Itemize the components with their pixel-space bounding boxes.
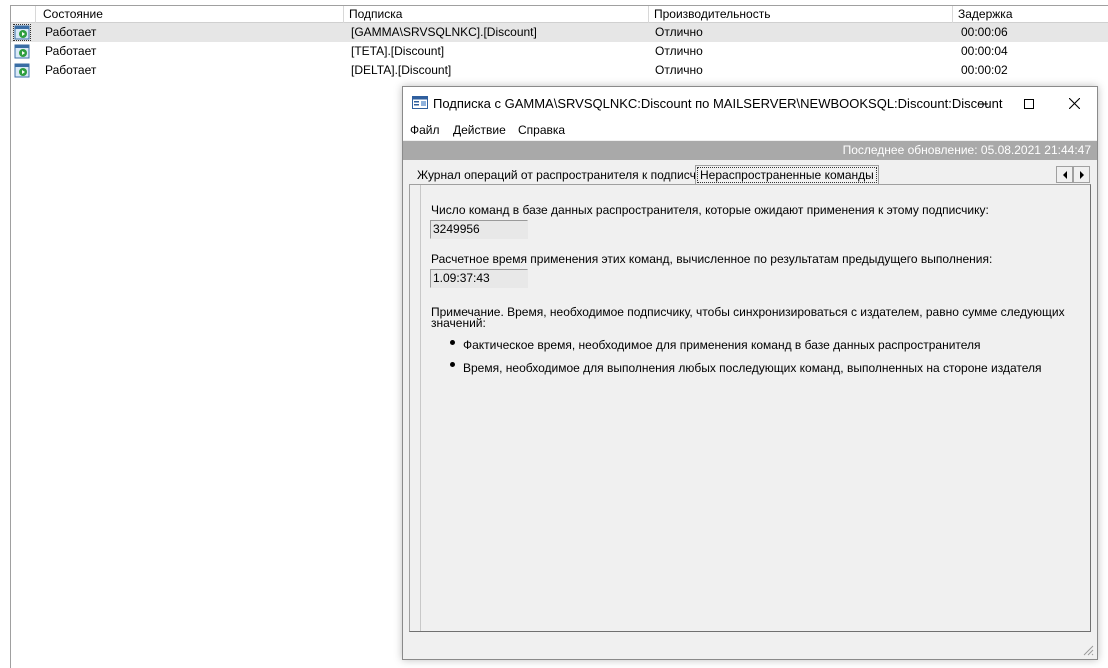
estimated-time-field[interactable]: 1.09:37:43	[430, 269, 528, 288]
maximize-button[interactable]	[1006, 87, 1052, 120]
cell-latency: 00:00:06	[961, 25, 1008, 39]
window-title: Подписка с GAMMA\SRVSQLNKC:Discount по M…	[433, 96, 1003, 111]
minimize-button[interactable]	[960, 87, 1006, 120]
commands-count-label: Число команд в базе данных распространит…	[431, 203, 989, 217]
column-header-subscription[interactable]: Подписка	[344, 6, 649, 23]
cell-subscription: [GAMMA\SRVSQLNKC].[Discount]	[351, 25, 537, 39]
column-header-status[interactable]: Состояние	[38, 6, 344, 23]
commands-count-field[interactable]: 3249956	[430, 220, 528, 239]
bullet-icon	[450, 340, 455, 345]
table-row[interactable]: Работает [DELTA].[Discount] Отлично 00:0…	[11, 61, 1108, 80]
subscription-details-window: Подписка с GAMMA\SRVSQLNKC:Discount по M…	[402, 86, 1098, 660]
note-line-2: значений:	[431, 316, 486, 330]
cell-latency: 00:00:04	[961, 44, 1008, 58]
cell-performance: Отлично	[655, 63, 703, 77]
last-update-bar: Последнее обновление: 05.08.2021 21:44:4…	[403, 141, 1097, 160]
subscription-running-icon	[14, 63, 30, 78]
maximize-icon	[1024, 98, 1034, 109]
estimated-time-label: Расчетное время применения этих команд, …	[431, 252, 993, 266]
minimize-icon	[978, 103, 988, 104]
list-header: Состояние Подписка Производительность За…	[11, 5, 1108, 23]
cell-status: Работает	[45, 44, 97, 58]
subscription-running-icon	[14, 44, 30, 59]
close-icon	[1068, 98, 1080, 109]
tab-scroll-right-button[interactable]	[1073, 166, 1090, 183]
menu-help[interactable]: Справка	[518, 122, 565, 140]
list-border	[10, 5, 11, 668]
window-app-icon[interactable]	[412, 96, 428, 109]
cell-performance: Отлично	[655, 44, 703, 58]
note-line-1: Примечание. Время, необходимое подписчик…	[431, 305, 1065, 319]
column-header-latency[interactable]: Задержка	[953, 6, 1108, 23]
panel-content: Число команд в базе данных распространит…	[420, 185, 1090, 631]
menu-file[interactable]: Файл	[410, 122, 440, 140]
arrow-left-icon	[1062, 170, 1067, 179]
cell-status: Работает	[45, 63, 97, 77]
tab-distributor-to-subscriber-history[interactable]: Журнал операций от распространителя к по…	[413, 167, 718, 185]
column-header-performance[interactable]: Производительность	[649, 6, 953, 23]
menu-action[interactable]: Действие	[453, 122, 506, 140]
cell-status: Работает	[45, 25, 97, 39]
cell-subscription: [TETA].[Discount]	[351, 44, 445, 58]
title-bar[interactable]: Подписка с GAMMA\SRVSQLNKC:Discount по M…	[403, 87, 1097, 120]
arrow-right-icon	[1079, 170, 1084, 179]
table-row[interactable]: Работает [GAMMA\SRVSQLNKC].[Discount] От…	[11, 23, 1108, 42]
bullet-icon	[450, 362, 455, 367]
close-button[interactable]	[1051, 87, 1097, 120]
subscription-running-icon	[13, 24, 31, 41]
note-bullet-1: Фактическое время, необходимое для приме…	[463, 338, 981, 352]
menu-bar: Файл Действие Справка	[403, 120, 1097, 140]
note-bullet-2: Время, необходимое для выполнения любых …	[463, 361, 1042, 375]
table-row[interactable]: Работает [TETA].[Discount] Отлично 00:00…	[11, 42, 1108, 61]
cell-subscription: [DELTA].[Discount]	[351, 63, 452, 77]
tab-scroll-left-button[interactable]	[1056, 166, 1073, 183]
cell-latency: 00:00:02	[961, 63, 1008, 77]
tab-undistributed-commands[interactable]: Нераспространенные команды	[695, 165, 879, 185]
undistributed-commands-panel: Число команд в базе данных распространит…	[409, 184, 1091, 632]
resize-grip-icon[interactable]	[1082, 644, 1094, 656]
cell-performance: Отлично	[655, 25, 703, 39]
header-icon-column[interactable]	[11, 6, 36, 23]
